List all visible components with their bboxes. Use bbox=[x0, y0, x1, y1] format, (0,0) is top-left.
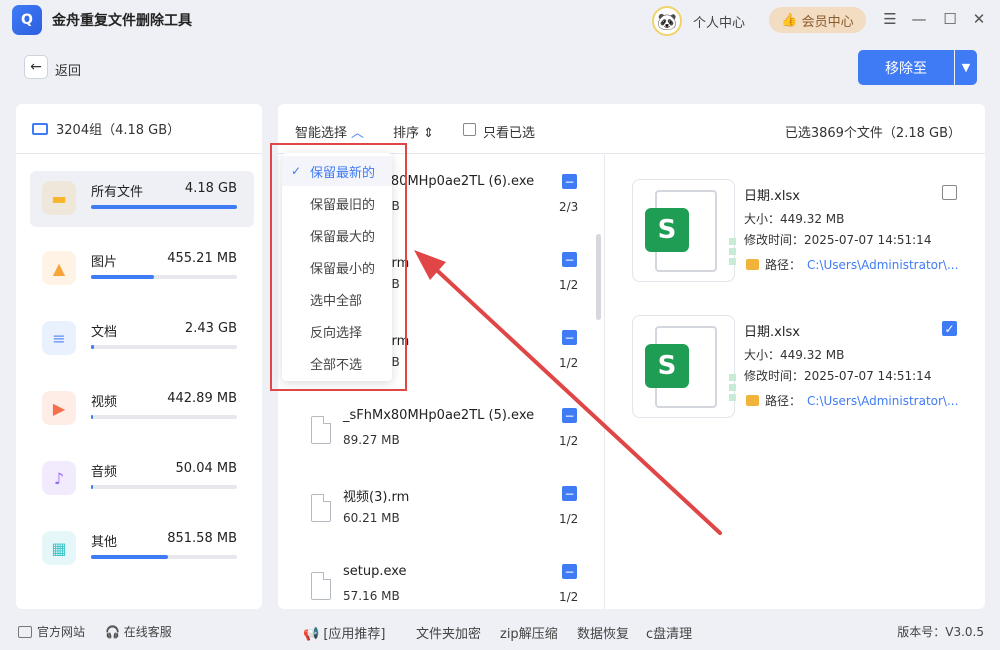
version-label: 版本号：V3.0.5 bbox=[897, 625, 984, 639]
data-recovery-link[interactable]: 数据恢复 bbox=[577, 623, 629, 642]
c-clean-link[interactable]: c盘清理 bbox=[646, 623, 692, 642]
official-site-label: 官方网站 bbox=[37, 625, 86, 639]
app-recommend-label: [应用推荐] bbox=[323, 627, 386, 642]
monitor-icon bbox=[18, 626, 32, 638]
online-service-label: 在线客服 bbox=[123, 625, 172, 639]
headset-icon: 🎧 bbox=[105, 625, 120, 639]
zip-extract-link[interactable]: zip解压缩 bbox=[500, 623, 558, 642]
megaphone-icon: 📢 bbox=[303, 627, 320, 642]
folder-encrypt-link[interactable]: 文件夹加密 bbox=[416, 623, 481, 642]
official-site-link[interactable]: 官方网站 bbox=[18, 623, 85, 640]
footer: 官方网站 🎧 在线客服 📢 [应用推荐] 文件夹加密 zip解压缩 数据恢复 c… bbox=[0, 610, 1000, 650]
app-recommend[interactable]: 📢 [应用推荐] bbox=[303, 623, 385, 642]
annotation-arrow bbox=[414, 250, 722, 535]
online-service-link[interactable]: 🎧 在线客服 bbox=[105, 623, 172, 640]
